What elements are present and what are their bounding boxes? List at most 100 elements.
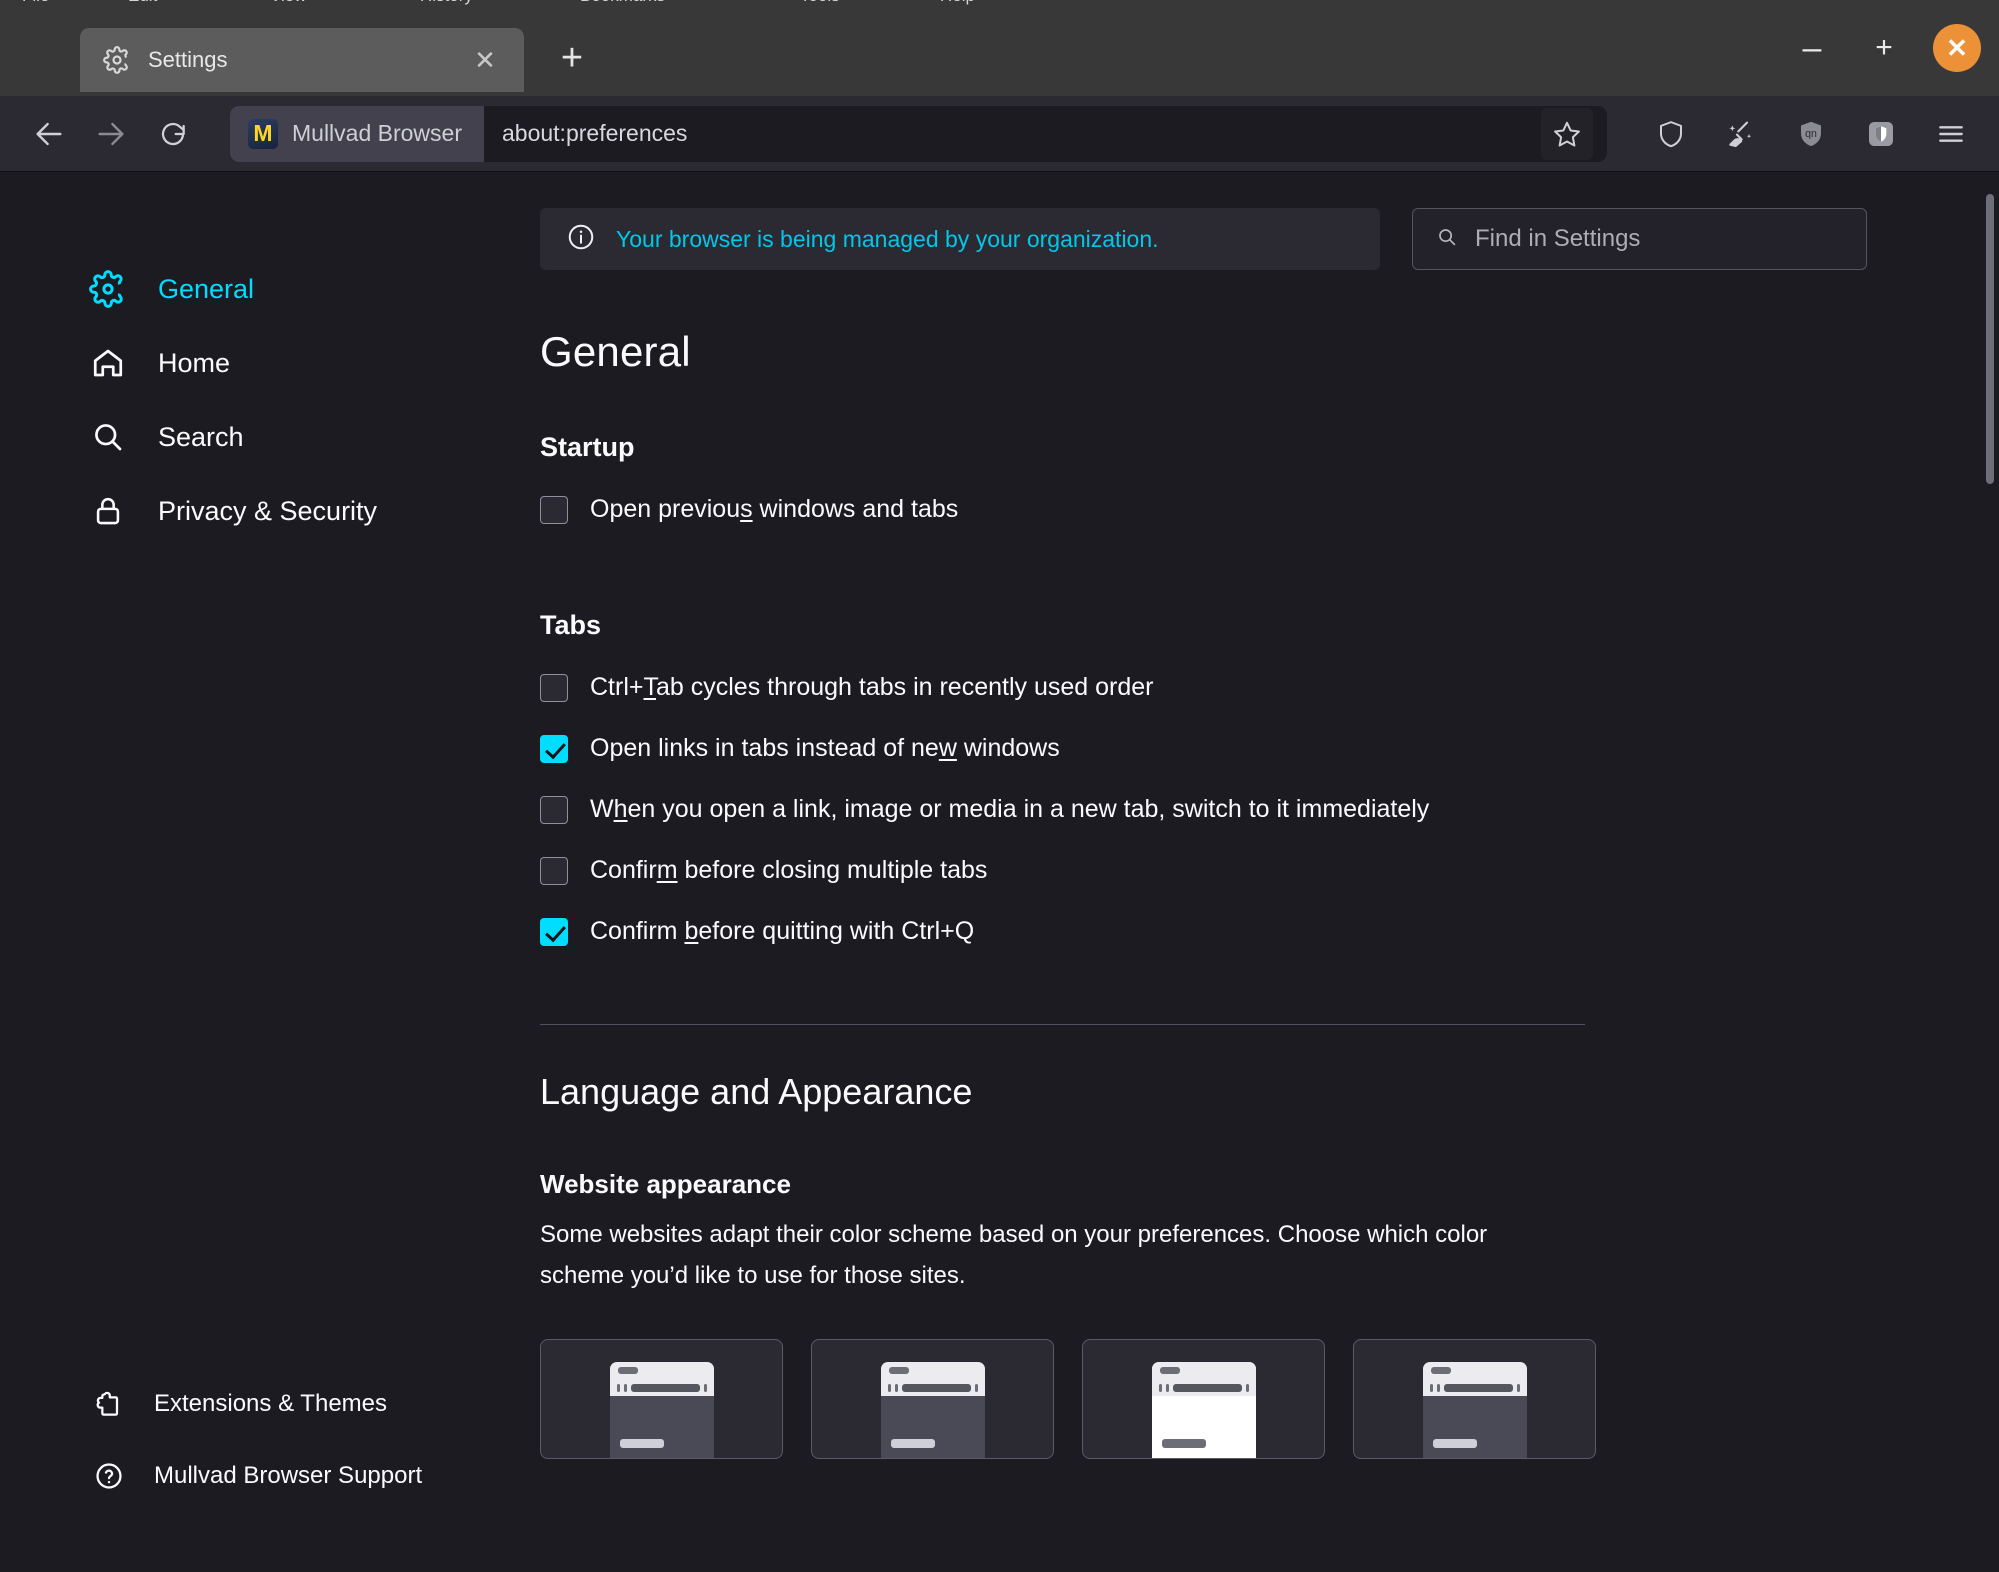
scrollbar-thumb[interactable] bbox=[1986, 194, 1994, 484]
tab-strip: Settings ✕ + – + ✕ bbox=[0, 10, 1999, 96]
url-bar[interactable]: M Mullvad Browser about:preferences bbox=[230, 105, 1607, 162]
question-circle-icon bbox=[92, 1459, 126, 1493]
sidebar-item-label: Privacy & Security bbox=[158, 495, 378, 526]
tab-title: Settings bbox=[148, 47, 228, 72]
appearance-option-system[interactable] bbox=[811, 1338, 1054, 1459]
forward-arrow-icon[interactable] bbox=[84, 107, 138, 161]
ublock-origin-icon[interactable]: ub bbox=[1785, 108, 1837, 160]
checkbox-confirm-quit-ctrl-q[interactable]: Confirm before quitting with Ctrl+Q bbox=[540, 917, 1890, 946]
search-placeholder: Find in Settings bbox=[1475, 225, 1641, 252]
website-appearance-heading: Website appearance bbox=[540, 1169, 791, 1199]
checkbox-label: Ctrl+Tab cycles through tabs in recently… bbox=[590, 673, 1154, 701]
checkbox-label: Confirm before closing multiple tabs bbox=[590, 856, 988, 884]
menu-history[interactable]: History bbox=[420, 0, 473, 6]
checkbox-confirm-close-multiple-tabs[interactable]: Confirm before closing multiple tabs bbox=[540, 856, 1890, 885]
checkbox-box[interactable] bbox=[540, 673, 568, 702]
mullvad-shield-icon[interactable] bbox=[1855, 108, 1907, 160]
appearance-option-auto[interactable] bbox=[540, 1338, 783, 1459]
sidebar-footer: Extensions & Themes Mullvad Browser Supp… bbox=[0, 1368, 530, 1512]
info-icon bbox=[566, 222, 596, 257]
back-arrow-icon[interactable] bbox=[22, 107, 76, 161]
managed-notice-text: Your browser is being managed by your or… bbox=[616, 225, 1159, 252]
sidebar-item-general[interactable]: General bbox=[0, 252, 530, 326]
url-text[interactable]: about:preferences bbox=[484, 120, 1541, 147]
sidebar-item-home[interactable]: Home bbox=[0, 326, 530, 400]
menu-help[interactable]: Help bbox=[940, 0, 975, 6]
website-appearance-description: Some websites adapt their color scheme b… bbox=[540, 1221, 1488, 1290]
vertical-scrollbar[interactable] bbox=[1983, 172, 1997, 1572]
language-appearance-heading: Language and Appearance bbox=[540, 1071, 973, 1112]
sidebar-item-extensions-themes[interactable]: Extensions & Themes bbox=[0, 1368, 530, 1440]
checkbox-ctrl-tab-cycles[interactable]: Ctrl+Tab cycles through tabs in recently… bbox=[540, 673, 1890, 702]
appearance-option-light[interactable] bbox=[1082, 1338, 1325, 1459]
sidebar-item-search[interactable]: Search bbox=[0, 400, 530, 474]
settings-topbar: Your browser is being managed by your or… bbox=[540, 172, 1890, 270]
checkbox-box[interactable] bbox=[540, 734, 568, 763]
search-icon bbox=[88, 417, 128, 457]
checkbox-open-previous-windows[interactable]: Open previous windows and tabs bbox=[540, 495, 1890, 524]
window-controls: – + ✕ bbox=[1789, 24, 1981, 72]
appearance-option-dark[interactable] bbox=[1353, 1338, 1596, 1459]
managed-browser-notice: Your browser is being managed by your or… bbox=[540, 208, 1380, 270]
settings-main: Your browser is being managed by your or… bbox=[530, 172, 1999, 1572]
mullvad-logo-icon: M bbox=[248, 118, 278, 149]
close-icon[interactable]: ✕ bbox=[468, 43, 502, 77]
site-identity-box[interactable]: M Mullvad Browser bbox=[230, 105, 484, 162]
search-icon bbox=[1435, 225, 1459, 254]
checkbox-box[interactable] bbox=[540, 917, 568, 946]
website-appearance-options bbox=[540, 1338, 1890, 1459]
star-icon[interactable] bbox=[1541, 107, 1593, 160]
browser-window: File Edit View History Bookmarks Tools H… bbox=[0, 0, 1999, 1572]
maximize-button[interactable]: + bbox=[1861, 25, 1907, 71]
toolbar-extensions: ub bbox=[1629, 108, 1977, 160]
checkbox-label: Open links in tabs instead of new window… bbox=[590, 734, 1060, 762]
checkbox-label: Confirm before quitting with Ctrl+Q bbox=[590, 917, 975, 945]
new-identity-broom-icon[interactable] bbox=[1715, 108, 1767, 160]
gear-icon bbox=[88, 269, 128, 309]
minimize-button[interactable]: – bbox=[1789, 25, 1835, 71]
checkbox-open-links-in-tabs[interactable]: Open links in tabs instead of new window… bbox=[540, 734, 1890, 763]
menu-file[interactable]: File bbox=[22, 0, 49, 6]
gear-icon bbox=[102, 45, 132, 75]
svg-text:ub: ub bbox=[1805, 127, 1817, 139]
reload-icon[interactable] bbox=[146, 107, 200, 161]
settings-sidebar: General Home Search Privacy & Security E… bbox=[0, 172, 530, 1572]
sidebar-item-label: Search bbox=[158, 421, 244, 452]
sidebar-item-label: Mullvad Browser Support bbox=[154, 1462, 423, 1489]
new-tab-button[interactable]: + bbox=[548, 34, 596, 82]
sidebar-item-mullvad-browser-support[interactable]: Mullvad Browser Support bbox=[0, 1440, 530, 1512]
close-window-button[interactable]: ✕ bbox=[1933, 24, 1981, 72]
navigation-toolbar: M Mullvad Browser about:preferences ub bbox=[0, 96, 1999, 172]
sidebar-item-label: Extensions & Themes bbox=[154, 1390, 388, 1417]
lock-icon bbox=[88, 491, 128, 531]
home-icon bbox=[88, 343, 128, 383]
puzzle-piece-icon bbox=[92, 1387, 126, 1421]
menu-edit[interactable]: Edit bbox=[128, 0, 157, 6]
menu-bookmarks[interactable]: Bookmarks bbox=[580, 0, 665, 6]
checkbox-label: When you open a link, image or media in … bbox=[590, 795, 1430, 823]
menu-bar[interactable]: File Edit View History Bookmarks Tools H… bbox=[0, 0, 1999, 10]
sidebar-item-label: General bbox=[158, 273, 255, 304]
mini-browser-preview bbox=[1151, 1361, 1256, 1458]
mini-browser-preview bbox=[880, 1361, 985, 1458]
checkbox-box[interactable] bbox=[540, 856, 568, 885]
menu-view[interactable]: View bbox=[270, 0, 307, 6]
search-input[interactable]: Find in Settings bbox=[1412, 208, 1867, 270]
checkbox-box[interactable] bbox=[540, 795, 568, 824]
tabs-heading: Tabs bbox=[540, 610, 602, 640]
checkbox-switch-to-new-tab[interactable]: When you open a link, image or media in … bbox=[540, 795, 1890, 824]
identity-label: Mullvad Browser bbox=[292, 120, 462, 146]
tab-settings[interactable]: Settings ✕ bbox=[80, 28, 524, 92]
page-title: General bbox=[540, 328, 691, 375]
settings-page: General Home Search Privacy & Security E… bbox=[0, 172, 1999, 1572]
mini-browser-preview bbox=[1422, 1361, 1527, 1458]
section-divider bbox=[540, 1024, 1585, 1025]
checkbox-label: Open previous windows and tabs bbox=[590, 495, 959, 523]
shield-icon[interactable] bbox=[1645, 108, 1697, 160]
checkbox-box[interactable] bbox=[540, 495, 568, 524]
sidebar-item-privacy-security[interactable]: Privacy & Security bbox=[0, 474, 530, 548]
hamburger-menu-icon[interactable] bbox=[1925, 108, 1977, 160]
sidebar-item-label: Home bbox=[158, 347, 231, 378]
menu-tools[interactable]: Tools bbox=[800, 0, 840, 6]
startup-heading: Startup bbox=[540, 432, 635, 462]
